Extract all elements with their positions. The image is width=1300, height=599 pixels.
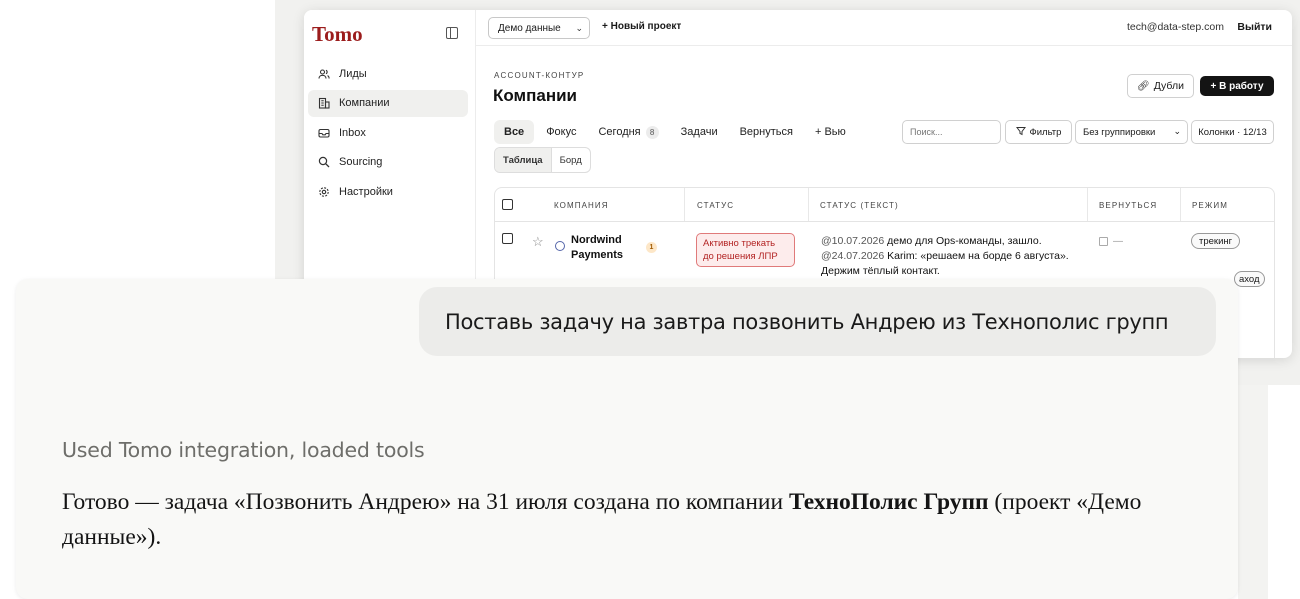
count-badge: 1 [646, 242, 657, 253]
new-project-button[interactable]: + Новый проект [602, 21, 681, 32]
sidebar-item-inbox[interactable]: Inbox [308, 119, 468, 146]
duplicates-button[interactable]: 🔗︎ Дубли [1127, 74, 1194, 98]
page-title: Компании [493, 86, 578, 105]
users-icon [318, 68, 330, 80]
select-all-checkbox[interactable] [502, 199, 513, 210]
answer-text: Готово — задача «Позвонить Андрею» на 31… [62, 489, 789, 515]
return-value: — [1113, 236, 1123, 247]
return-cell[interactable]: — [1099, 236, 1123, 247]
sidebar-item-label: Лиды [339, 67, 367, 80]
star-icon[interactable]: ☆ [532, 234, 544, 250]
tab-count-badge: 8 [645, 125, 659, 139]
tab-today[interactable]: Сегодня 8 [588, 120, 668, 144]
column-divider [808, 188, 809, 221]
mode-badge[interactable]: аход [1234, 271, 1265, 287]
mode-badge[interactable]: трекинг [1191, 233, 1241, 249]
view-board-button[interactable]: Борд [552, 148, 590, 172]
filter-button-label: Фильтр [1029, 126, 1062, 138]
column-divider [1180, 188, 1181, 221]
project-select[interactable]: Демо данные ⌄ [488, 17, 590, 39]
status-date: @24.07.2026 [821, 250, 885, 262]
globe-icon [555, 241, 565, 251]
status-date: @10.07.2026 [821, 235, 885, 247]
sidebar-item-label: Компании [339, 97, 390, 109]
background-panel-strip [1238, 385, 1268, 599]
logout-button[interactable]: Выйти [1237, 21, 1272, 33]
view-tabs: Все Фокус Сегодня 8 Задачи Вернуться + В… [494, 120, 858, 144]
chevron-down-icon: ⌄ [575, 23, 583, 33]
tab-focus[interactable]: Фокус [536, 120, 586, 144]
tab-return[interactable]: Вернуться [730, 120, 803, 144]
tab-all[interactable]: Все [494, 120, 535, 144]
column-header-mode[interactable]: РЕЖИМ [1192, 188, 1228, 222]
table-row[interactable]: ☆ Nordwind Payments 1 Активно трекать до… [495, 223, 1274, 283]
row-checkbox[interactable] [502, 233, 513, 244]
user-email: tech@data-step.com [1126, 21, 1224, 33]
tab-tasks[interactable]: Задачи [671, 120, 728, 144]
status-badge[interactable]: Активно трекать до решения ЛПР [696, 233, 795, 267]
answer-company: ТехноПолис Групп [788, 489, 989, 515]
search-input[interactable] [902, 120, 1001, 144]
sidebar-item-companies[interactable]: Компании [308, 89, 468, 117]
filter-icon [1015, 126, 1026, 139]
user-message-bubble: Поставь задачу на завтра позвонить Андре… [419, 287, 1216, 356]
chevron-down-icon: ⌄ [1173, 126, 1181, 136]
table-header: КОМПАНИЯ СТАТУС СТАТУС (ТЕКСТ) ВЕРНУТЬСЯ… [495, 188, 1274, 222]
view-table-button[interactable]: Таблица [495, 148, 552, 172]
sidebar-nav: Лиды Компании Inbox Sourcing Настройки [308, 60, 468, 208]
status-text-cell[interactable]: @10.07.2026 демо для Ops-команды, зашло.… [821, 234, 1076, 279]
filter-button[interactable]: Фильтр [1005, 120, 1072, 144]
link-icon: 🔗︎ [1137, 80, 1150, 92]
column-header-company[interactable]: КОМПАНИЯ [554, 188, 609, 222]
project-select-value: Демо данные [498, 22, 561, 34]
sidebar-item-label: Inbox [339, 126, 366, 139]
topbar: Демо данные ⌄ + Новый проект tech@data-s… [476, 10, 1292, 46]
view-toggle: Таблица Борд [494, 147, 591, 173]
sidebar-item-settings[interactable]: Настройки [308, 178, 468, 205]
duplicates-button-label: Дубли [1153, 80, 1184, 92]
company-name[interactable]: Nordwind Payments [571, 233, 641, 263]
sidebar-item-leads[interactable]: Лиды [308, 60, 468, 87]
column-header-status-text[interactable]: СТАТУС (ТЕКСТ) [820, 188, 899, 222]
tab-label: Сегодня [598, 126, 641, 138]
calendar-icon [1099, 237, 1108, 246]
assistant-answer: Готово — задача «Позвонить Андрею» на 31… [62, 485, 1212, 555]
column-divider [1087, 188, 1088, 221]
column-header-return[interactable]: ВЕРНУТЬСЯ [1099, 188, 1157, 222]
app-logo[interactable]: Tomo [312, 22, 363, 47]
inbox-icon [318, 127, 330, 139]
gear-icon [318, 186, 330, 198]
status-note: демо для Ops-команды, зашло. [887, 235, 1042, 247]
sidebar-item-label: Настройки [339, 185, 393, 198]
tools-note[interactable]: Used Tomo integration, loaded tools [62, 438, 425, 462]
sidebar-item-sourcing[interactable]: Sourcing [308, 149, 468, 176]
search-icon [318, 156, 330, 168]
chat-panel: Поставь задачу на завтра позвонить Андре… [16, 279, 1238, 599]
add-view-button[interactable]: + Вью [805, 120, 856, 144]
sidebar-item-label: Sourcing [339, 156, 383, 168]
columns-button[interactable]: Колонки · 12/13 [1191, 120, 1274, 144]
grouping-select-value: Без группировки [1083, 126, 1156, 138]
grouping-select[interactable]: Без группировки ⌄ [1075, 120, 1188, 144]
column-header-status[interactable]: СТАТУС [697, 188, 734, 222]
page-eyebrow: ACCOUNT-КОНТУР [494, 71, 585, 80]
add-to-work-button[interactable]: + В работу [1200, 76, 1274, 96]
column-divider [684, 188, 685, 221]
building-icon [318, 97, 330, 109]
sidebar-collapse-icon[interactable] [446, 27, 458, 39]
